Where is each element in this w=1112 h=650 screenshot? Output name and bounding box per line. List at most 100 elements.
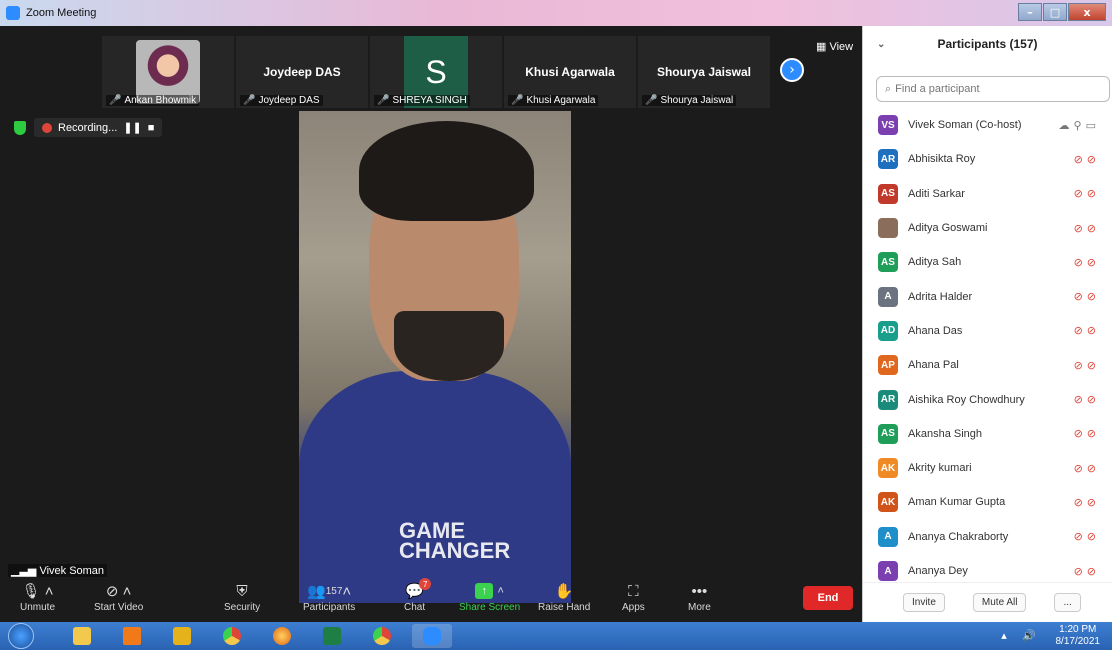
minimize-button[interactable]: – [1018, 3, 1042, 21]
zoom-app-icon [6, 6, 20, 20]
more-button[interactable]: ••• More [688, 580, 711, 614]
next-page-button[interactable]: › [780, 58, 804, 82]
tile-label: 🎤 Ankan Bhowmik [106, 95, 200, 106]
participant-avatar: AK [878, 492, 898, 513]
encryption-shield-icon[interactable] [14, 120, 26, 135]
tile-display-name: Shourya Jaiswal [656, 65, 752, 79]
participant-avatar: AS [878, 183, 898, 204]
participant-name: Aditya Goswami [908, 222, 988, 235]
chevron-down-icon[interactable]: ⌄ [877, 39, 885, 50]
share-screen-icon: ↑ [475, 583, 494, 599]
tile-label: 🎤 SHREYA SINGH [374, 95, 470, 106]
unmute-button[interactable]: 🎙 ˄ Unmute [20, 580, 55, 613]
windows-taskbar: ▴ 🔊 1:20 PM 8/17/2021 [0, 622, 1112, 650]
shirt-print: GAME CHANGER [399, 518, 511, 563]
muted-status-icons: ⊘⊘ [1073, 564, 1100, 578]
taskbar-app[interactable] [162, 624, 202, 648]
search-icon: ⌕ [885, 82, 892, 95]
apps-icon: ⛶ [628, 582, 639, 600]
participant-avatar: AR [878, 149, 898, 170]
taskbar-chrome[interactable] [212, 624, 252, 648]
start-button[interactable] [8, 623, 34, 649]
participant-avatar: A [878, 526, 898, 547]
start-video-button[interactable]: ⊘ ˄ Start Video [94, 580, 143, 613]
participant-avatar: AK [878, 458, 898, 479]
participant-row[interactable]: AS Aditi Sarkar ⊘⊘ [863, 177, 1112, 211]
share-screen-button[interactable]: ↑ ˄ Share Screen [459, 580, 520, 613]
participants-button[interactable]: 👥 157 ˄ Participants [303, 580, 355, 614]
security-button[interactable]: ⛨ Security [224, 580, 260, 614]
participant-name: Abhisikta Roy [908, 153, 976, 166]
taskbar-zoom[interactable] [412, 624, 452, 648]
participant-avatar: AD [878, 320, 898, 341]
participant-avatar: VS [878, 115, 898, 136]
participant-name: Aishika Roy Chowdhury [908, 393, 1025, 406]
chat-button[interactable]: 💬 7 Chat [404, 578, 432, 613]
close-button[interactable]: x [1068, 3, 1106, 21]
video-shirt [299, 371, 571, 603]
participant-row[interactable]: Aditya Goswami ⊘⊘ [863, 211, 1112, 245]
invite-button[interactable]: Invite [903, 593, 945, 612]
taskbar-vlc[interactable] [112, 624, 152, 648]
chrome-icon [223, 627, 241, 645]
participant-row[interactable]: AS Aditya Sah ⊘⊘ [863, 245, 1112, 279]
participant-row[interactable]: A Adrita Halder ⊘⊘ [863, 279, 1112, 313]
excel-icon [323, 627, 341, 645]
pause-recording-icon[interactable]: ❚❚ [123, 121, 141, 134]
video-tile[interactable]: Shourya Jaiswal 🎤 Shourya Jaiswal [638, 36, 770, 108]
search-input[interactable] [895, 83, 1096, 95]
taskbar-chrome-2[interactable] [362, 624, 402, 648]
view-button[interactable]: ▦ View [816, 40, 853, 53]
muted-status-icons: ⊘⊘ [1073, 393, 1100, 407]
meeting-area: 🎤 Ankan Bhowmik Joydeep DAS 🎤 Joydeep DAS … [0, 26, 862, 622]
chat-icon: 💬 7 [405, 578, 432, 602]
participant-row[interactable]: VS Vivek Soman (Co-host) ☁⚲▭ [863, 108, 1112, 142]
stop-recording-icon[interactable]: ■ [148, 122, 155, 134]
end-meeting-button[interactable]: End [803, 586, 853, 610]
participant-avatar: A [878, 561, 898, 581]
participant-avatar: AP [878, 355, 898, 376]
participant-name: Akansha Singh [908, 427, 982, 440]
muted-mic-icon: 🎤 [109, 95, 122, 106]
participant-name: Adrita Halder [908, 290, 973, 303]
participant-avatar: AS [878, 252, 898, 273]
participant-name: Ananya Chakraborty [908, 530, 1009, 543]
video-tile[interactable]: 🎤 Ankan Bhowmik [102, 36, 234, 108]
participant-row[interactable]: AP Ahana Pal ⊘⊘ [863, 348, 1112, 382]
participant-row[interactable]: AK Akrity kumari ⊘⊘ [863, 451, 1112, 485]
mute-all-button[interactable]: Mute All [972, 593, 1027, 612]
participant-row[interactable]: AK Aman Kumar Gupta ⊘⊘ [863, 485, 1112, 519]
video-tile[interactable]: S 🎤 SHREYA SINGH [370, 36, 502, 108]
participant-row[interactable]: AS Akansha Singh ⊘⊘ [863, 417, 1112, 451]
participant-row[interactable]: AR Abhisikta Roy ⊘⊘ [863, 142, 1112, 176]
tile-label: 🎤 Shourya Jaiswal [642, 95, 737, 106]
participant-row[interactable]: A Ananya Chakraborty ⊘⊘ [863, 520, 1112, 554]
raise-hand-button[interactable]: ✋ Raise Hand [538, 580, 590, 613]
maximize-button[interactable]: □ [1043, 3, 1067, 21]
zoom-icon [423, 627, 441, 645]
apps-button[interactable]: ⛶ Apps [622, 580, 645, 614]
active-speaker-video: GAME CHANGER [299, 111, 571, 603]
video-tile[interactable]: Joydeep DAS 🎤 Joydeep DAS [236, 36, 368, 108]
participant-row[interactable]: AR Aishika Roy Chowdhury ⊘⊘ [863, 382, 1112, 416]
tile-label: 🎤 Khusi Agarwala [508, 95, 599, 106]
participant-row[interactable]: AD Ahana Das ⊘⊘ [863, 314, 1112, 348]
host-status-icons: ☁⚲▭ [1058, 118, 1100, 132]
clock[interactable]: 1:20 PM 8/17/2021 [1056, 624, 1101, 648]
participant-avatar: AS [878, 423, 898, 444]
firefox-icon [273, 627, 291, 645]
muted-mic-icon: 🎤 [243, 95, 256, 106]
taskbar-excel[interactable] [312, 624, 352, 648]
system-tray[interactable]: ▴ 🔊 [1001, 629, 1042, 642]
window-title: Zoom Meeting [26, 7, 97, 19]
muted-status-icons: ⊘⊘ [1073, 495, 1100, 509]
taskbar-firefox[interactable] [262, 624, 302, 648]
participant-search[interactable]: ⌕ [876, 76, 1110, 102]
muted-status-icons: ⊘⊘ [1073, 290, 1100, 304]
more-options-button[interactable]: ... [1054, 593, 1081, 612]
muted-status-icons: ⊘⊘ [1073, 324, 1100, 338]
shield-icon: ⛨ [236, 582, 248, 600]
taskbar-explorer[interactable] [62, 624, 102, 648]
video-tile[interactable]: Khusi Agarwala 🎤 Khusi Agarwala [504, 36, 636, 108]
recording-label: Recording... [58, 121, 118, 134]
